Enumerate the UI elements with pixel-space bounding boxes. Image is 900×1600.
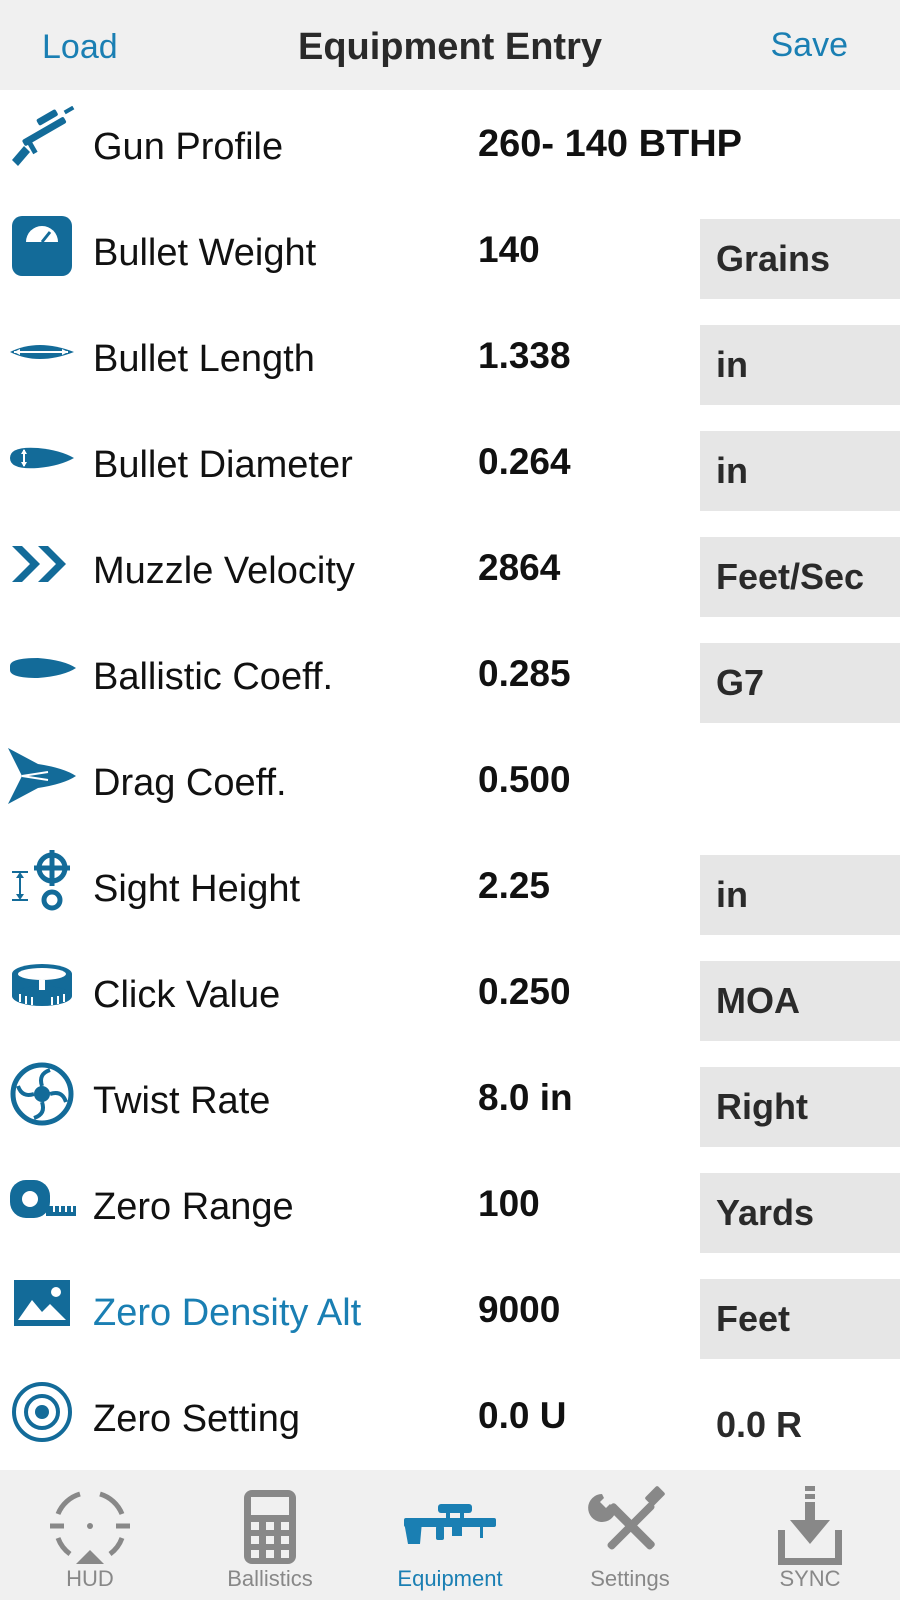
landscape-icon (8, 1272, 76, 1340)
row-label: Click Value (93, 974, 281, 1016)
drag-model-selector[interactable]: G7 (700, 643, 900, 723)
tab-hud[interactable]: HUD (0, 1470, 180, 1600)
muzzle-velocity-value[interactable]: 2864 (478, 547, 560, 589)
row-label: Zero Range (93, 1186, 294, 1228)
bullet-diameter-icon (8, 424, 76, 492)
tab-label: HUD (66, 1566, 114, 1591)
top-bar: Load Equipment Entry Save (0, 0, 900, 90)
zero-density-alt-value[interactable]: 9000 (478, 1289, 560, 1331)
muzzle-velocity-unit-selector[interactable]: Feet/Sec (700, 537, 900, 617)
row-label: Bullet Diameter (93, 444, 353, 486)
twist-rate-value[interactable]: 8.0 in (478, 1077, 573, 1119)
save-button[interactable]: Save (771, 26, 849, 65)
rifle-icon (8, 106, 76, 174)
bullet-length-value[interactable]: 1.338 (478, 335, 571, 377)
row-label: Twist Rate (93, 1080, 271, 1122)
wrench-screwdriver-icon (580, 1484, 680, 1570)
row-label: Bullet Weight (93, 232, 317, 274)
bullet-diameter-value[interactable]: 0.264 (478, 441, 571, 483)
drag-arrow-icon (8, 742, 76, 810)
target-icon (8, 1378, 76, 1446)
tab-label: SYNC (779, 1566, 841, 1591)
equipment-list: Gun Profile 260- 140 BTHP Bullet Weight … (0, 90, 900, 1468)
tab-label: Settings (590, 1566, 670, 1591)
rifle-icon (400, 1484, 500, 1570)
bullet-weight-unit-selector[interactable]: Grains (700, 219, 900, 299)
tab-settings[interactable]: Settings (540, 1470, 720, 1600)
row-bullet-length[interactable]: Bullet Length 1.338 in (0, 302, 900, 408)
row-ballistic-coeff[interactable]: Ballistic Coeff. 0.285 G7 (0, 620, 900, 726)
zero-range-unit-selector[interactable]: Yards (700, 1173, 900, 1253)
row-gun-profile[interactable]: Gun Profile 260- 140 BTHP (0, 90, 900, 196)
calculator-icon (220, 1484, 320, 1570)
tab-ballistics[interactable]: Ballistics (180, 1470, 360, 1600)
zero-density-alt-link[interactable]: Zero Density Alt (93, 1292, 361, 1335)
row-muzzle-velocity[interactable]: Muzzle Velocity 2864 Feet/Sec (0, 514, 900, 620)
load-button[interactable]: Load (42, 28, 118, 67)
sight-height-value[interactable]: 2.25 (478, 865, 550, 907)
row-drag-coeff[interactable]: Drag Coeff. 0.500 (0, 726, 900, 832)
tape-measure-icon (8, 1166, 76, 1234)
click-value-unit-selector[interactable]: MOA (700, 961, 900, 1041)
row-twist-rate[interactable]: Twist Rate 8.0 in Right (0, 1044, 900, 1150)
bullet-length-unit-selector[interactable]: in (700, 325, 900, 405)
bullet-weight-value[interactable]: 140 (478, 229, 540, 271)
download-icon (760, 1484, 860, 1570)
row-sight-height[interactable]: Sight Height 2.25 in (0, 832, 900, 938)
tab-label: Ballistics (227, 1566, 313, 1591)
zero-density-alt-unit-selector[interactable]: Feet (700, 1279, 900, 1359)
twist-direction-selector[interactable]: Right (700, 1067, 900, 1147)
row-label: Bullet Length (93, 338, 315, 380)
turret-dial-icon (8, 954, 76, 1022)
zero-range-value[interactable]: 100 (478, 1183, 540, 1225)
row-bullet-diameter[interactable]: Bullet Diameter 0.264 in (0, 408, 900, 514)
chevrons-right-icon (8, 530, 76, 598)
tab-label: Equipment (397, 1566, 503, 1591)
bullet-icon (8, 636, 76, 704)
bullet-diameter-unit-selector[interactable]: in (700, 431, 900, 511)
reticle-icon (40, 1484, 140, 1570)
row-zero-density-alt[interactable]: Zero Density Alt 9000 Feet (0, 1256, 900, 1362)
page-title: Equipment Entry (297, 26, 603, 68)
sight-height-unit-selector[interactable]: in (700, 855, 900, 935)
bottom-tab-bar: HUD Ballistics Equipment Settings SYNC (0, 1470, 900, 1600)
row-label: Gun Profile (93, 126, 284, 168)
twist-rate-icon (8, 1060, 76, 1128)
zero-setting-elevation-value[interactable]: 0.0 U (478, 1395, 566, 1437)
tab-equipment[interactable]: Equipment (360, 1470, 540, 1600)
row-label: Sight Height (93, 868, 301, 910)
sight-height-icon (8, 848, 76, 916)
tab-sync[interactable]: SYNC (720, 1470, 900, 1600)
row-label: Drag Coeff. (93, 762, 287, 804)
row-click-value[interactable]: Click Value 0.250 MOA (0, 938, 900, 1044)
drag-coeff-value[interactable]: 0.500 (478, 759, 571, 801)
bullet-length-icon (8, 318, 76, 386)
ballistic-coeff-value[interactable]: 0.285 (478, 653, 571, 695)
row-zero-setting[interactable]: Zero Setting 0.0 U 0.0 R (0, 1362, 900, 1468)
row-bullet-weight[interactable]: Bullet Weight 140 Grains (0, 196, 900, 302)
gun-profile-value[interactable]: 260- 140 BTHP (478, 123, 742, 166)
click-value-value[interactable]: 0.250 (478, 971, 571, 1013)
row-zero-range[interactable]: Zero Range 100 Yards (0, 1150, 900, 1256)
zero-setting-windage-value[interactable]: 0.0 R (700, 1385, 900, 1465)
row-label: Zero Setting (93, 1398, 300, 1440)
scale-icon (8, 212, 76, 280)
row-label: Ballistic Coeff. (93, 656, 334, 698)
row-label: Muzzle Velocity (93, 550, 355, 592)
